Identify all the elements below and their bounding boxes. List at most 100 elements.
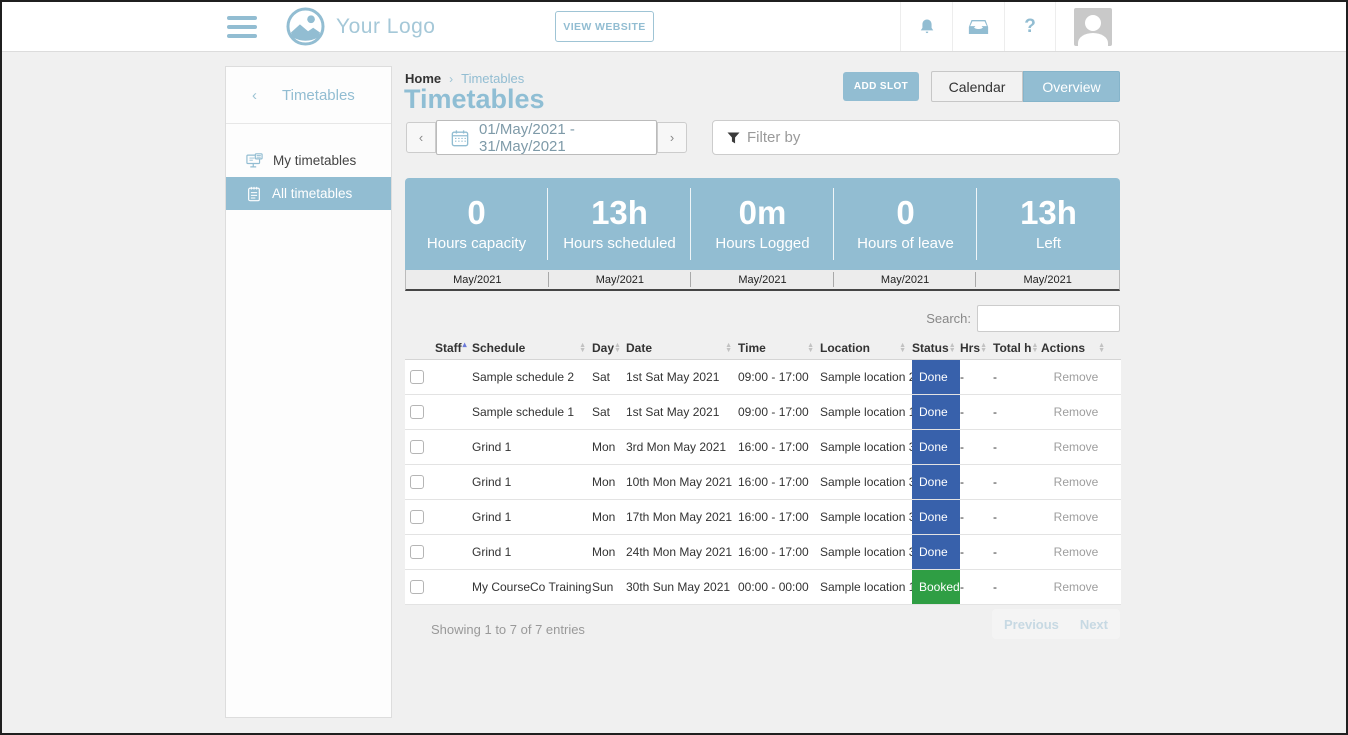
location-cell: Sample location 3: [820, 545, 912, 559]
stat-hours-capacity: 0 Hours capacity: [405, 178, 548, 270]
date-cell: 1st Sat May 2021: [626, 370, 738, 384]
filter-input[interactable]: [747, 121, 1119, 154]
schedule-cell: Sample schedule 1: [472, 405, 592, 419]
actions-cell: Remove: [1041, 545, 1111, 559]
inbox-button[interactable]: [952, 2, 1004, 51]
row-checkbox-cell: [405, 405, 435, 419]
next-page-button[interactable]: Next: [1080, 617, 1108, 632]
app-window: Your Logo VIEW WEBSITE: [0, 0, 1348, 735]
table-row: Grind 1 Mon 24th Mon May 2021 16:00 - 17…: [405, 535, 1121, 570]
notifications-button[interactable]: [900, 2, 952, 51]
remove-link[interactable]: Remove: [1054, 545, 1099, 559]
header-time[interactable]: Time▲▼: [738, 341, 820, 355]
actions-cell: Remove: [1041, 370, 1111, 384]
back-chevron-icon[interactable]: ‹: [252, 87, 257, 104]
header-actions[interactable]: Actions▲▼: [1041, 341, 1111, 355]
header-day[interactable]: Day▲▼: [592, 341, 626, 355]
logo-text: Your Logo: [336, 15, 435, 39]
status-badge: Done: [912, 500, 960, 534]
calendar-view-button[interactable]: Calendar: [931, 71, 1023, 102]
stats-bar: 0 Hours capacity 13h Hours scheduled 0m …: [405, 178, 1120, 270]
remove-link[interactable]: Remove: [1054, 440, 1099, 454]
sidebar-item-label: All timetables: [272, 186, 352, 201]
stat-period: May/2021: [406, 270, 549, 289]
row-checkbox-cell: [405, 370, 435, 384]
header-location[interactable]: Location▲▼: [820, 341, 912, 355]
header-status[interactable]: Status▲▼: [912, 341, 960, 355]
help-button[interactable]: ?: [1004, 2, 1056, 51]
header-schedule[interactable]: Schedule▲▼: [472, 341, 592, 355]
day-cell: Mon: [592, 510, 626, 524]
remove-link[interactable]: Remove: [1054, 370, 1099, 384]
schedule-cell: Grind 1: [472, 510, 592, 524]
row-checkbox-cell: [405, 545, 435, 559]
row-checkbox-cell: [405, 580, 435, 594]
hrs-cell: -: [960, 475, 993, 489]
top-icon-group: ?: [900, 2, 1056, 51]
sidebar-header[interactable]: ‹ Timetables: [226, 67, 391, 124]
sidebar-item-label: My timetables: [273, 153, 356, 168]
remove-link[interactable]: Remove: [1054, 580, 1099, 594]
page-title: Timetables: [404, 84, 545, 115]
overview-view-button[interactable]: Overview: [1023, 71, 1120, 102]
hrs-cell: -: [960, 580, 993, 594]
table-row: My CourseCo Training Sun 30th Sun May 20…: [405, 570, 1121, 605]
search-input[interactable]: [977, 305, 1120, 332]
date-next-button[interactable]: ›: [657, 122, 687, 153]
schedule-cell: My CourseCo Training: [472, 580, 592, 594]
row-checkbox[interactable]: [410, 370, 424, 384]
sidebar-item-all-timetables[interactable]: All timetables: [226, 177, 391, 210]
total-hours-cell: -: [993, 545, 1041, 559]
table-row: Sample schedule 1 Sat 1st Sat May 2021 0…: [405, 395, 1121, 430]
header-total-h[interactable]: Total h▲▼: [993, 341, 1041, 355]
bell-icon: [917, 17, 937, 37]
total-hours-cell: -: [993, 440, 1041, 454]
stat-value: 0: [467, 196, 485, 229]
date-prev-button[interactable]: ‹: [406, 122, 436, 153]
sidebar-item-my-timetables[interactable]: My timetables: [226, 144, 391, 177]
day-cell: Mon: [592, 545, 626, 559]
avatar[interactable]: [1074, 8, 1112, 46]
remove-link[interactable]: Remove: [1054, 475, 1099, 489]
row-checkbox[interactable]: [410, 440, 424, 454]
date-range-picker[interactable]: 01/May/2021 - 31/May/2021: [436, 120, 657, 155]
time-cell: 16:00 - 17:00: [738, 510, 820, 524]
previous-page-button[interactable]: Previous: [1004, 617, 1059, 632]
row-checkbox[interactable]: [410, 475, 424, 489]
add-slot-button[interactable]: ADD SLOT: [843, 72, 919, 101]
stat-label: Hours capacity: [427, 235, 526, 252]
view-website-button[interactable]: VIEW WEBSITE: [555, 11, 654, 42]
timetable-list-icon: [246, 186, 262, 202]
actions-cell: Remove: [1041, 405, 1111, 419]
row-checkbox[interactable]: [410, 580, 424, 594]
row-checkbox[interactable]: [410, 510, 424, 524]
hrs-cell: -: [960, 405, 993, 419]
sort-arrows-icon: ▲▼: [579, 343, 586, 353]
remove-link[interactable]: Remove: [1054, 510, 1099, 524]
total-hours-cell: -: [993, 580, 1041, 594]
sidebar: ‹ Timetables My timetables: [225, 66, 392, 718]
hamburger-icon[interactable]: [227, 16, 257, 38]
status-badge: Done: [912, 535, 960, 569]
schedule-cell: Grind 1: [472, 545, 592, 559]
actions-cell: Remove: [1041, 475, 1111, 489]
sort-arrows-icon: ▲▼: [725, 343, 732, 353]
header-date[interactable]: Date▲▼: [626, 341, 738, 355]
remove-link[interactable]: Remove: [1054, 405, 1099, 419]
time-cell: 16:00 - 17:00: [738, 545, 820, 559]
header-hrs[interactable]: Hrs▲▼: [960, 341, 993, 355]
hrs-cell: -: [960, 440, 993, 454]
date-cell: 10th Mon May 2021: [626, 475, 738, 489]
stat-value: 0m: [739, 196, 787, 229]
help-icon: ?: [1024, 16, 1036, 38]
row-checkbox[interactable]: [410, 545, 424, 559]
hrs-cell: -: [960, 510, 993, 524]
table-row: Grind 1 Mon 17th Mon May 2021 16:00 - 17…: [405, 500, 1121, 535]
stat-hours-scheduled: 13h Hours scheduled: [548, 178, 691, 270]
logo[interactable]: Your Logo: [285, 6, 435, 47]
row-checkbox-cell: [405, 510, 435, 524]
filter-box: [712, 120, 1120, 155]
header-staff[interactable]: Staff▴: [435, 340, 472, 355]
location-cell: Sample location 1: [820, 580, 912, 594]
row-checkbox[interactable]: [410, 405, 424, 419]
